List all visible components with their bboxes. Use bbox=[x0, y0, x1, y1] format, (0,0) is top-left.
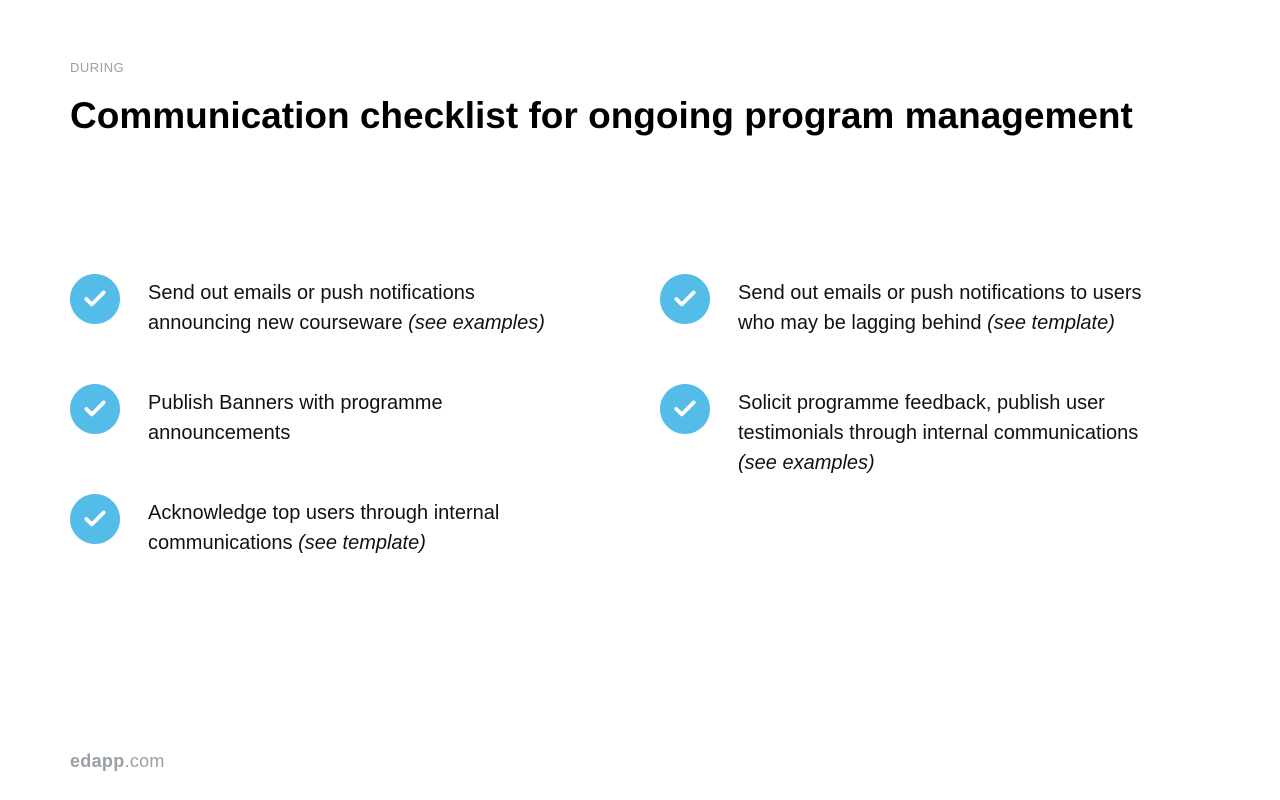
item-text-suffix: (see template) bbox=[298, 532, 426, 554]
item-text-suffix: (see examples) bbox=[408, 312, 545, 334]
page-title: Communication checklist for ongoing prog… bbox=[70, 95, 1210, 138]
item-text-main: Solicit programme feedback, publish user… bbox=[738, 392, 1138, 444]
checklist-item-text: Publish Banners with programme announcem… bbox=[148, 388, 578, 448]
checklist-item: Publish Banners with programme announcem… bbox=[70, 388, 620, 448]
footer-brand-bold: edapp bbox=[70, 751, 125, 771]
checklist-item-text: Acknowledge top users through internal c… bbox=[148, 498, 578, 558]
checklist-item: Send out emails or push notifications an… bbox=[70, 278, 620, 338]
checklist-item-text: Send out emails or push notifications to… bbox=[738, 278, 1168, 338]
check-icon bbox=[660, 384, 710, 434]
checklist-item-text: Send out emails or push notifications an… bbox=[148, 278, 578, 338]
checklist-item: Acknowledge top users through internal c… bbox=[70, 498, 620, 558]
check-icon bbox=[70, 494, 120, 544]
checklist: Send out emails or push notifications an… bbox=[70, 278, 1210, 558]
check-icon bbox=[660, 274, 710, 324]
checklist-item-text: Solicit programme feedback, publish user… bbox=[738, 388, 1168, 478]
slide: DURING Communication checklist for ongoi… bbox=[0, 0, 1280, 800]
item-text-suffix: (see examples) bbox=[738, 452, 875, 474]
checklist-item: Solicit programme feedback, publish user… bbox=[660, 388, 1210, 478]
footer-brand: edapp.com bbox=[70, 751, 165, 772]
checklist-item: Send out emails or push notifications to… bbox=[660, 278, 1210, 338]
checklist-column-left: Send out emails or push notifications an… bbox=[70, 278, 620, 558]
item-text-main: Publish Banners with programme announcem… bbox=[148, 392, 443, 444]
eyebrow-label: DURING bbox=[70, 60, 1210, 75]
item-text-suffix: (see template) bbox=[987, 312, 1115, 334]
check-icon bbox=[70, 274, 120, 324]
footer-brand-rest: .com bbox=[125, 751, 165, 771]
check-icon bbox=[70, 384, 120, 434]
checklist-column-right: Send out emails or push notifications to… bbox=[660, 278, 1210, 558]
